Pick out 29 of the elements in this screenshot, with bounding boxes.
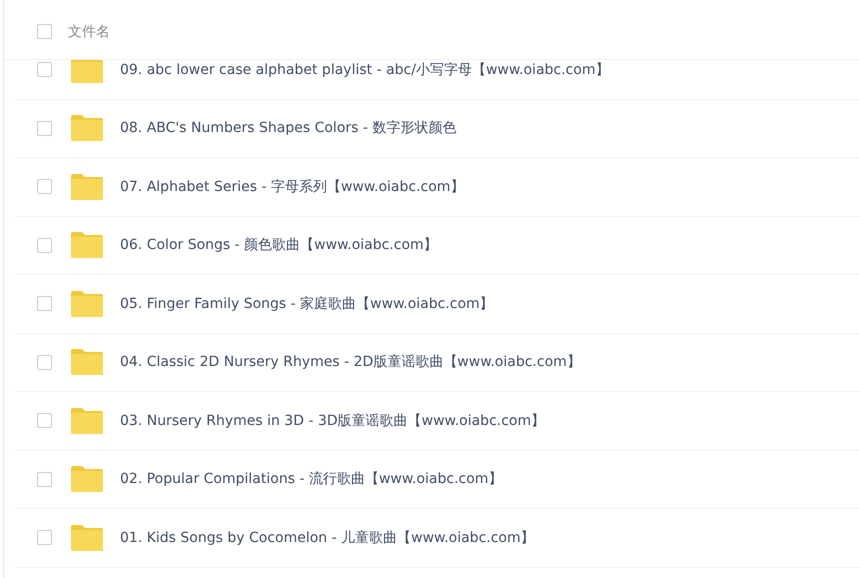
- folder-name[interactable]: 06. Color Songs - 颜色歌曲【www.oiabc.com】: [120, 236, 438, 254]
- column-header[interactable]: 文件名: [68, 22, 110, 40]
- checkbox[interactable]: [37, 179, 52, 194]
- folder-icon: [70, 60, 104, 84]
- folder-icon: [70, 348, 104, 376]
- folder-icon: [70, 172, 104, 201]
- checkbox[interactable]: [37, 530, 52, 546]
- folder-icon: [70, 114, 104, 142]
- checkbox[interactable]: [37, 472, 52, 487]
- folder-name[interactable]: 05. Finger Family Songs - 家庭歌曲【www.oiabc.com】: [120, 294, 494, 313]
- checkbox[interactable]: [37, 62, 52, 78]
- folder-name[interactable]: 08. ABC's Numbers Shapes Colors - 数字形状颜色: [120, 119, 456, 138]
- checkbox[interactable]: [37, 238, 52, 253]
- checkbox[interactable]: [37, 24, 52, 39]
- folder-name[interactable]: 04. Classic 2D Nursery Rhymes - 2D版童谣歌曲【www.oiabc.com】: [120, 353, 581, 372]
- folder-name[interactable]: 01. Kids Songs by Cocomelon - 儿童歌曲【www.oiabc.com】: [120, 528, 535, 547]
- folder-name[interactable]: 09. abc lower case alphabet playlist - abc/小写字母【www.oiabc.com】: [120, 60, 610, 79]
- folder-icon: [70, 524, 104, 552]
- folder-icon: [70, 465, 104, 494]
- checkbox[interactable]: [37, 296, 52, 312]
- folder-icon: [70, 231, 104, 260]
- folder-name[interactable]: 03. Nursery Rhymes in 3D - 3D版童谣歌曲【www.oiabc.com】: [120, 412, 546, 430]
- folder-name[interactable]: 02. Popular Compilations - 流行歌曲【www.oiabc.com】: [120, 470, 502, 488]
- folder-icon: [70, 406, 104, 435]
- checkbox[interactable]: [37, 120, 52, 136]
- folder-icon: [70, 290, 104, 318]
- checkbox[interactable]: [37, 354, 52, 370]
- folder-name[interactable]: 07. Alphabet Series - 字母系列【www.oiabc.com】: [120, 178, 464, 196]
- checkbox[interactable]: [37, 413, 52, 428]
